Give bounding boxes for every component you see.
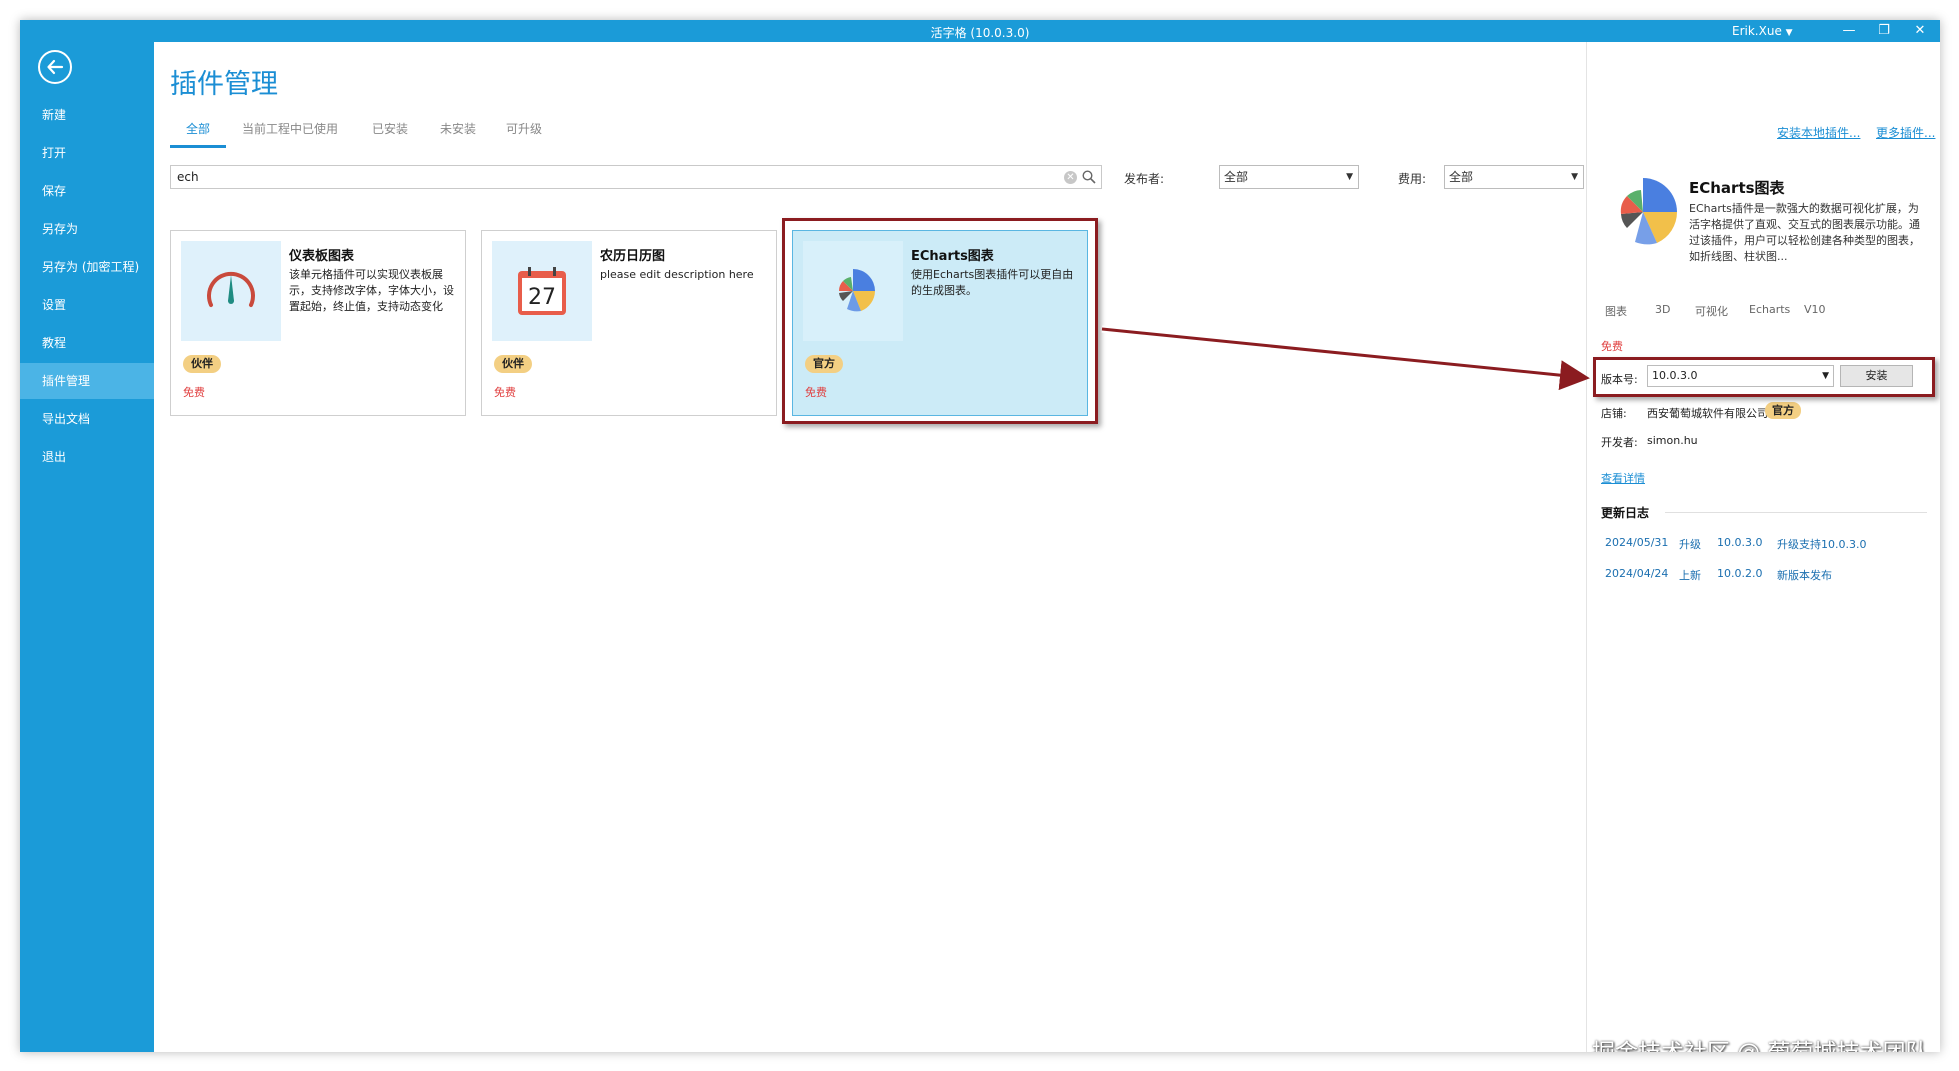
sidebar-item-export-docs[interactable]: 导出文档 bbox=[20, 401, 154, 437]
restore-button[interactable]: ❐ bbox=[1873, 23, 1895, 38]
sidebar: 新建 打开 保存 另存为 另存为 (加密工程) 设置 教程 插件管理 导出文档 … bbox=[20, 42, 154, 1052]
sidebar-item-save-as-encrypted[interactable]: 另存为 (加密工程) bbox=[20, 249, 154, 285]
watermark: 掘金技术社区 @ 葡萄城技术团队 bbox=[1592, 1033, 1929, 1052]
app-window: 活字格 (10.0.3.0) Erik.Xue ▼ — ❐ ✕ 新建 打开 保存… bbox=[20, 20, 1940, 1052]
sidebar-item-save-as[interactable]: 另存为 bbox=[20, 211, 154, 247]
chevron-down-icon: ▼ bbox=[1785, 28, 1793, 38]
sidebar-item-tutorial[interactable]: 教程 bbox=[20, 325, 154, 361]
user-name: Erik.Xue bbox=[1732, 24, 1782, 38]
sidebar-item-open[interactable]: 打开 bbox=[20, 135, 154, 171]
close-button[interactable]: ✕ bbox=[1909, 23, 1931, 38]
back-arrow-icon bbox=[47, 59, 64, 75]
user-menu[interactable]: Erik.Xue ▼ bbox=[1732, 24, 1793, 38]
window-title: 活字格 (10.0.3.0) bbox=[930, 26, 1030, 40]
main-content: 插件管理 全部 当前工程中已使用 已安装 未安装 可升级 安装本地插件... 更… bbox=[154, 42, 1940, 1052]
annotation-arrow bbox=[1101, 325, 1590, 391]
sidebar-item-plugin-manager[interactable]: 插件管理 bbox=[20, 363, 154, 399]
sidebar-item-new[interactable]: 新建 bbox=[20, 97, 154, 133]
sidebar-item-settings[interactable]: 设置 bbox=[20, 287, 154, 323]
sidebar-item-save[interactable]: 保存 bbox=[20, 173, 154, 209]
title-bar: 活字格 (10.0.3.0) Erik.Xue ▼ — ❐ ✕ bbox=[20, 20, 1940, 42]
back-button[interactable] bbox=[38, 50, 72, 84]
minimize-button[interactable]: — bbox=[1838, 23, 1860, 38]
sidebar-item-exit[interactable]: 退出 bbox=[20, 439, 154, 475]
